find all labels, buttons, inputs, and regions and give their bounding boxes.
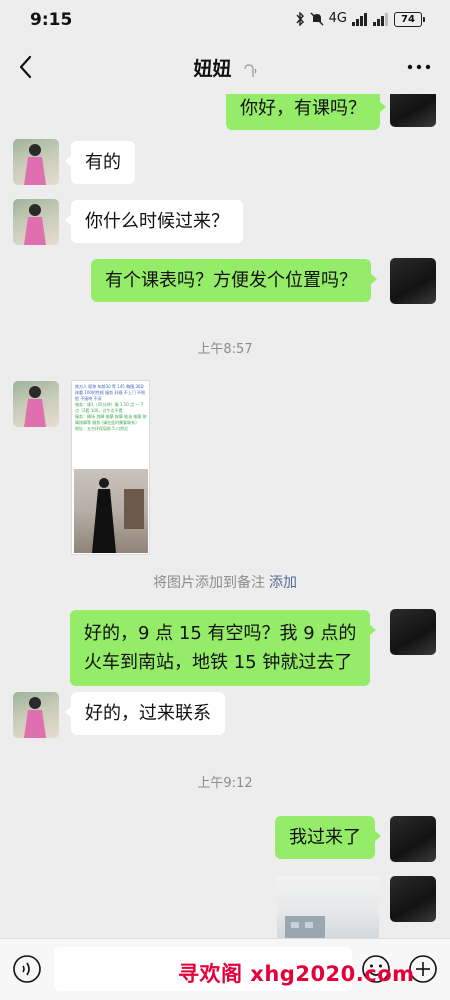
message-bubble-outgoing[interactable]: 好的，9 点 15 有空吗？我 9 点的 火车到南站，地铁 15 钟就过去了 — [70, 610, 377, 686]
status-icons: 4G 74 — [295, 11, 425, 27]
timestamp: 上午8:57 — [197, 342, 253, 357]
avatar-contact[interactable] — [13, 692, 59, 738]
system-note-text: 将图片添加到备注 — [153, 575, 265, 591]
status-time: 9:15 — [30, 10, 73, 30]
message-bubble-incoming[interactable]: 有的 — [65, 141, 135, 184]
system-note: 将图片添加到备注 添加 — [0, 572, 450, 592]
timestamp: 上午9:12 — [197, 776, 253, 791]
avatar-self[interactable] — [390, 816, 436, 862]
status-bar: 9:15 4G 74 — [0, 0, 450, 40]
message-line: 好的，9 点 15 有空吗？我 9 点的 — [84, 623, 357, 644]
battery-indicator: 74 — [394, 11, 425, 27]
mute-icon — [310, 12, 324, 26]
image-doc-line: 服务：课1（45分钟）服 1 10 点 — 7 点（2套 100，过午点不提 — [75, 402, 144, 413]
chat-header: 妞妞 — [0, 40, 450, 94]
avatar-contact-image — [24, 204, 46, 245]
signal-icon — [352, 12, 367, 26]
image-doc-line: 地址：五台环保局前 5 口附近 — [75, 426, 129, 431]
signal-icon-2 — [373, 12, 388, 26]
add-remark-link[interactable]: 添加 — [269, 575, 297, 591]
avatar-self[interactable] — [390, 876, 436, 922]
image-doc-line: 服务：桶场 泡脚 按摩 按摩 推油 按摩 按摩按摩等 服务 (请在此时需要联系) — [75, 414, 147, 425]
avatar-contact-image — [24, 144, 46, 185]
avatar-contact-image — [24, 386, 46, 427]
message-bubble-incoming[interactable]: 你什么时候过来？ — [65, 200, 243, 243]
network-label: 4G — [328, 11, 347, 26]
sound-icon — [243, 63, 256, 77]
message-bubble-incoming[interactable]: 好的，过来联系 — [65, 692, 225, 735]
image-photo — [74, 469, 148, 553]
message-bubble-outgoing[interactable]: 有个课表吗？方便发个位置吗？ — [91, 259, 377, 302]
message-bubble-outgoing[interactable]: 你好，有课吗？ — [226, 94, 386, 130]
more-icon[interactable] — [406, 56, 432, 78]
chat-title[interactable]: 妞妞 — [193, 58, 231, 80]
avatar-contact[interactable] — [13, 139, 59, 185]
photo-building — [285, 916, 325, 938]
avatar-self[interactable] — [390, 258, 436, 304]
chat-messages[interactable]: 你好，有课吗？ 有的 你什么时候过来？ 有个课表吗？方便发个位置吗？ 上午8:5… — [0, 94, 450, 938]
photo-figure — [92, 478, 144, 553]
avatar-self[interactable] — [390, 94, 436, 127]
title-wrap: 妞妞 — [0, 54, 450, 81]
bluetooth-icon — [296, 12, 304, 26]
watermark-text: 寻欢阁 xhg2020.com — [178, 962, 415, 986]
avatar-contact-image — [24, 697, 46, 738]
message-bubble-outgoing[interactable]: 我过来了 — [275, 816, 381, 859]
image-doc-line: 南方人 昵称 年龄30 等 145 胸围 36D 体重 100的性格 服务 好骚… — [75, 384, 145, 401]
voice-icon[interactable] — [12, 954, 42, 984]
avatar-self[interactable] — [390, 609, 436, 655]
image-message[interactable]: 南方人 昵称 年龄30 等 145 胸围 36D 体重 100的性格 服务 好骚… — [71, 380, 150, 555]
message-line: 火车到南站，地铁 15 钟就过去了 — [84, 652, 353, 673]
avatar-contact[interactable] — [13, 381, 59, 427]
image-message-outgoing[interactable] — [277, 876, 379, 938]
avatar-contact[interactable] — [13, 199, 59, 245]
image-document-text: 南方人 昵称 年龄30 等 145 胸围 36D 体重 100的性格 服务 好骚… — [75, 384, 147, 432]
